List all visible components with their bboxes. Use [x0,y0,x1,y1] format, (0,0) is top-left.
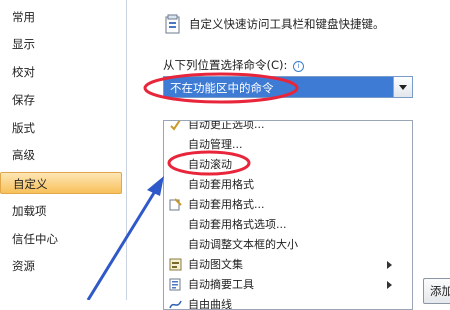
sidebar-item-trust-center[interactable]: 信任中心 [0,228,122,250]
sidebar-item-display[interactable]: 显示 [0,33,122,55]
dropdown-selected-value: 不在功能区中的命令 [170,81,274,95]
sidebar-item-customize[interactable]: 自定义 [0,172,122,194]
list-item-label: 自动套用格式选项... [188,218,287,231]
list-item[interactable]: 自动套用格式 [164,175,412,194]
sidebar-item-save[interactable]: 保存 [0,89,122,111]
sidebar-item-advanced[interactable]: 高级 [0,144,122,166]
commands-list[interactable]: 自动更正选项... 自动管理... 自动滚动 自动套用格式 自动套用格式... … [163,120,413,310]
sidebar-item-proofing[interactable]: 校对 [0,61,122,83]
list-item[interactable]: 自动套用格式选项... [164,215,412,234]
chevron-down-icon[interactable] [393,77,412,97]
choose-commands-label: 从下列位置选择命令(C): i [163,57,305,73]
list-item-label: 自动摘要工具 [188,278,254,291]
list-item[interactable]: 自动更正选项... [164,120,412,134]
autosummary-icon [169,278,181,291]
sidebar-item-resources[interactable]: 资源 [0,255,122,277]
list-item-label: 自动更正选项... [188,120,265,131]
submenu-arrow-icon [387,281,392,289]
choose-commands-text: 从下列位置选择命令(C): [163,58,288,72]
info-icon: i [293,61,305,72]
submenu-arrow-icon [387,261,392,269]
choose-commands-dropdown[interactable]: 不在功能区中的命令 [163,76,413,98]
sidebar-item-layout[interactable]: 版式 [0,117,122,139]
autotext-icon [169,258,182,271]
toolbar-customize-icon [165,14,180,34]
list-item-label: 自由曲线 [188,298,232,310]
list-item[interactable]: 自动图文集 [164,255,412,274]
list-item-label: 自动管理... [188,138,243,151]
list-item[interactable]: 自动管理... [164,135,412,154]
sidebar-item-common[interactable]: 常用 [0,6,122,28]
autoformat-icon [169,198,182,211]
list-item[interactable]: 自动调整文本框的大小 [164,235,412,254]
autocorrect-icon [170,121,181,131]
list-item[interactable]: 自动套用格式... [164,195,412,214]
list-item-label: 自动调整文本框的大小 [188,238,298,251]
customize-panel: 自定义快速访问工具栏和键盘快捷键。 从下列位置选择命令(C): i 不在功能区中… [127,0,450,310]
options-sidebar: 常用 显示 校对 保存 版式 高级 自定义 加载项 信任中心 资源 [0,0,127,300]
list-item-label: 自动图文集 [188,258,243,271]
list-item-label: 自动套用格式... [188,198,265,211]
page-title: 自定义快速访问工具栏和键盘快捷键。 [189,17,385,31]
list-item-label: 自动滚动 [188,158,232,171]
list-item[interactable]: 自动摘要工具 [164,275,412,294]
list-item[interactable]: 自由曲线 [164,295,412,310]
list-item-label: 自动套用格式 [188,178,254,191]
sidebar-item-addins[interactable]: 加载项 [0,200,122,222]
list-item[interactable]: 自动滚动 [164,155,412,174]
add-button[interactable]: 添加 [423,278,450,304]
